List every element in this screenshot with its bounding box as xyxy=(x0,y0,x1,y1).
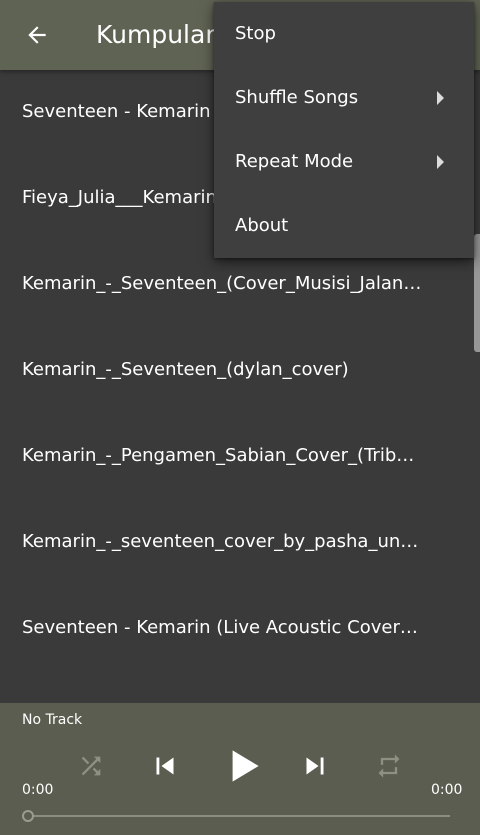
play-button[interactable] xyxy=(218,741,268,791)
song-title: Kemarin_-_Seventeen_(Cover_Musisi_Jalana… xyxy=(22,273,422,294)
menu-item-label: Shuffle Songs xyxy=(235,87,359,108)
play-icon xyxy=(232,750,259,782)
overflow-menu: Stop Shuffle Songs Repeat Mode About xyxy=(214,2,474,258)
seek-thumb[interactable] xyxy=(22,810,34,822)
song-title: Seventeen - Kemarin (Live Acoustic Cover… xyxy=(22,617,422,638)
song-list-item[interactable]: Kemarin_-_Seventeen_(dylan_cover) xyxy=(0,328,480,414)
current-time: 0:00 xyxy=(22,782,54,798)
menu-item-repeat-mode[interactable]: Repeat Mode xyxy=(214,130,474,194)
repeat-icon xyxy=(378,754,400,778)
next-icon xyxy=(306,757,324,775)
menu-item-label: Repeat Mode xyxy=(235,151,354,172)
total-time: 0:00 xyxy=(431,782,463,798)
next-button[interactable] xyxy=(296,747,334,785)
seek-track xyxy=(28,815,450,817)
song-list-item[interactable]: Kemarin_-_seventeen_cover_by_pasha_ungu xyxy=(0,500,480,586)
music-player-app: Kumpulan Seventeen - Kemarin (L Fieya_Ju… xyxy=(0,0,480,835)
previous-button[interactable] xyxy=(146,747,184,785)
menu-item-stop[interactable]: Stop xyxy=(214,2,474,66)
back-button[interactable] xyxy=(14,12,60,58)
song-title: Kemarin_-_seventeen_cover_by_pasha_ungu xyxy=(22,531,422,552)
menu-item-shuffle-songs[interactable]: Shuffle Songs xyxy=(214,66,474,130)
song-title: Kemarin_-_Pengamen_Sabian_Cover_(Tribut… xyxy=(22,445,422,466)
menu-item-about[interactable]: About xyxy=(214,194,474,258)
list-scrollbar[interactable] xyxy=(474,234,480,352)
submenu-arrow-icon xyxy=(437,91,444,105)
arrow-left-icon xyxy=(28,26,46,44)
now-playing-title: No Track xyxy=(22,712,83,728)
seek-slider[interactable] xyxy=(22,809,452,823)
shuffle-icon xyxy=(81,756,101,776)
player-bar: No Track 0:00 0:00 xyxy=(0,703,480,835)
song-list-item[interactable]: Kemarin_-_Pengamen_Sabian_Cover_(Tribut… xyxy=(0,414,480,500)
submenu-arrow-icon xyxy=(437,155,444,169)
shuffle-button[interactable] xyxy=(74,749,108,783)
page-title: Kumpulan xyxy=(96,20,222,49)
song-title: Kemarin_-_Seventeen_(dylan_cover) xyxy=(22,359,349,380)
menu-item-label: About xyxy=(235,215,289,236)
song-list-item[interactable]: Seventeen - Kemarin (Live Acoustic Cover… xyxy=(0,586,480,672)
menu-item-label: Stop xyxy=(235,23,276,44)
previous-icon xyxy=(156,757,174,775)
repeat-button[interactable] xyxy=(372,749,406,783)
